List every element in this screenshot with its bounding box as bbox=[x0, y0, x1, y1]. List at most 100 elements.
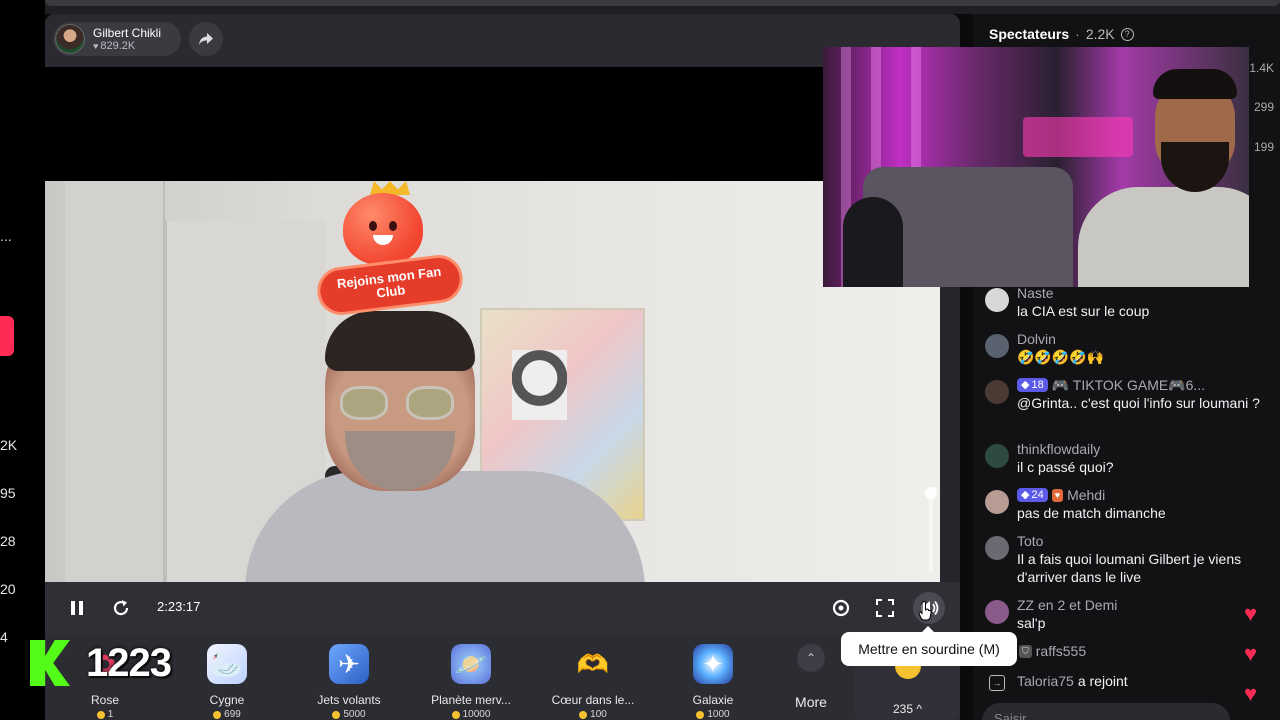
webcam-overlay bbox=[823, 47, 1249, 287]
help-icon[interactable]: ? bbox=[1120, 27, 1134, 41]
chat-message[interactable]: ZZ en 2 et Demi sal'p bbox=[985, 596, 1275, 632]
chat-username[interactable]: 🎮 TIKTOK GAME🎮6... bbox=[1052, 376, 1205, 394]
chat-username[interactable]: Dolvin bbox=[1017, 330, 1267, 348]
streamer-body bbox=[245, 471, 645, 582]
gift-coeur[interactable]: 🫶 Cœur dans le... 100 bbox=[533, 644, 653, 720]
sidebar-ellipsis[interactable]: ... bbox=[0, 228, 12, 244]
chat-message[interactable]: Toto Il a fais quoi loumani Gilbert je v… bbox=[985, 532, 1275, 586]
floating-heart-icon: ♥ bbox=[1244, 601, 1258, 626]
heart-icon: ♥ bbox=[93, 40, 99, 51]
fullscreen-icon bbox=[876, 599, 894, 617]
avatar[interactable] bbox=[985, 536, 1009, 560]
rank-value: 299 bbox=[1253, 100, 1274, 114]
live-stream-page: ... 2K 95 28 20 4 Gilbert Chikli ♥ 829.2… bbox=[0, 0, 1280, 720]
sidebar-live-indicator[interactable] bbox=[0, 316, 14, 356]
counter-value: 1223 bbox=[86, 640, 172, 685]
elapsed-time: 2:23:17 bbox=[157, 599, 201, 614]
chat-message-body: Toto Il a fais quoi loumani Gilbert je v… bbox=[1017, 532, 1267, 586]
gift-planete[interactable]: 🪐 Planète merv... 10000 bbox=[411, 644, 531, 720]
level-badge: ◆ 18 bbox=[1017, 378, 1048, 392]
host-info: Gilbert Chikli ♥ 829.2K bbox=[93, 26, 161, 53]
level-badge: ◆ 24 bbox=[1017, 488, 1048, 502]
swan-icon: 🦢 bbox=[207, 644, 247, 684]
gift-galaxie[interactable]: ✦ Galaxie 1000 bbox=[653, 644, 773, 720]
viewer-counter-overlay: 1223 bbox=[30, 640, 172, 686]
gift-price-value: 100 bbox=[590, 709, 607, 720]
chat-username[interactable]: Taloria75 bbox=[1017, 672, 1074, 690]
planet-icon: 🪐 bbox=[451, 644, 491, 684]
chat-text: la CIA est sur le coup bbox=[1017, 303, 1150, 319]
coin-icon bbox=[332, 710, 341, 719]
gift-cygne[interactable]: 🦢 Cygne 699 bbox=[167, 644, 287, 720]
chat-message-body: ZZ en 2 et Demi sal'p bbox=[1017, 596, 1267, 632]
avatar[interactable] bbox=[985, 444, 1009, 468]
coin-icon bbox=[696, 710, 705, 719]
chat-text: @Grinta.. c'est quoi l'info sur loumani … bbox=[1017, 395, 1260, 411]
chat-message[interactable]: ◆ 18 🎮 TIKTOK GAME🎮6... @Grinta.. c'est q… bbox=[985, 376, 1275, 412]
chat-message[interactable]: thinkflowdaily il c passé quoi? bbox=[985, 440, 1275, 476]
volume-slider[interactable] bbox=[929, 492, 933, 572]
gift-price-value: 1 bbox=[107, 709, 114, 720]
jets-icon: ✈ bbox=[329, 644, 369, 684]
chat-username[interactable]: raffs555 bbox=[1036, 642, 1086, 660]
chat-message[interactable]: ⛉ raffs555 bbox=[1019, 642, 1269, 660]
chat-username[interactable]: Mehdi bbox=[1067, 486, 1105, 504]
chat-username[interactable]: ZZ en 2 et Demi bbox=[1017, 596, 1267, 614]
fan-club-banner: Rejoins mon Fan Club bbox=[314, 252, 466, 318]
galaxy-icon: ✦ bbox=[693, 644, 733, 684]
spectators-header: Spectateurs · 2.2K ? bbox=[989, 26, 1134, 42]
avatar[interactable] bbox=[985, 490, 1009, 514]
background-door bbox=[65, 181, 165, 582]
chat-user-line: ◆ 18 🎮 TIKTOK GAME🎮6... bbox=[1017, 376, 1267, 394]
chat-message-body: ◆ 18 🎮 TIKTOK GAME🎮6... @Grinta.. c'est q… bbox=[1017, 376, 1267, 412]
host-likes: ♥ 829.2K bbox=[93, 40, 161, 53]
pause-button[interactable] bbox=[61, 592, 93, 624]
chat-message[interactable]: Naste la CIA est sur le coup bbox=[985, 284, 1275, 320]
level-badge-value: 18 bbox=[1031, 379, 1044, 391]
gift-jets-volants[interactable]: ✈ Jets volants 5000 bbox=[289, 644, 409, 720]
gift-price: 5000 bbox=[332, 709, 366, 720]
refresh-icon bbox=[113, 600, 129, 616]
heart-hands-icon: 🫶 bbox=[576, 648, 610, 679]
host-avatar[interactable] bbox=[55, 24, 85, 54]
pause-icon bbox=[71, 601, 83, 615]
avatar[interactable] bbox=[985, 288, 1009, 312]
refresh-button[interactable] bbox=[105, 592, 137, 624]
join-line: Taloria75 a rejoint bbox=[1017, 670, 1128, 691]
chat-username[interactable]: thinkflowdaily bbox=[1017, 440, 1267, 458]
more-gifts-button[interactable]: ⌃ More bbox=[785, 644, 837, 720]
webcam-person-body bbox=[1078, 187, 1249, 287]
rank-value: 1.4K bbox=[1249, 61, 1274, 75]
avatar[interactable] bbox=[985, 600, 1009, 624]
settings-button[interactable] bbox=[825, 592, 857, 624]
avatar[interactable] bbox=[985, 380, 1009, 404]
hand-cursor-icon bbox=[918, 601, 932, 621]
coin-icon bbox=[213, 710, 222, 719]
fan-club-sticker[interactable]: Rejoins mon Fan Club bbox=[314, 181, 466, 321]
kick-logo-icon bbox=[30, 640, 70, 686]
chat-username[interactable]: Toto bbox=[1017, 532, 1267, 550]
host-name[interactable]: Gilbert Chikli bbox=[93, 26, 161, 40]
avatar[interactable] bbox=[985, 334, 1009, 358]
chat-text: Il a fais quoi loumani Gilbert je viens … bbox=[1017, 551, 1242, 585]
webcam-person-beard bbox=[1161, 142, 1229, 192]
floating-heart-icon: ♥ bbox=[1244, 641, 1258, 666]
glasses bbox=[340, 386, 460, 420]
gift-name: Rose bbox=[90, 693, 119, 707]
fullscreen-button[interactable] bbox=[869, 592, 901, 624]
chat-input[interactable]: Saisir... bbox=[982, 703, 1230, 720]
streamer bbox=[245, 311, 705, 582]
top-divider bbox=[45, 0, 1280, 6]
webcam-person-hair bbox=[1153, 69, 1237, 99]
gift-name: Planète merv... bbox=[431, 693, 511, 707]
share-button[interactable] bbox=[189, 22, 223, 56]
heart-mascot-icon bbox=[343, 193, 423, 265]
volume-handle[interactable] bbox=[925, 487, 937, 499]
chat-message[interactable]: ◆ 24 ♥ Mehdi pas de match dimanche bbox=[985, 486, 1275, 522]
join-text: a rejoint bbox=[1077, 672, 1128, 689]
video-frame[interactable]: Rejoins mon Fan Club bbox=[45, 181, 940, 582]
chat-message[interactable]: Dolvin 🤣🤣🤣🤣🙌 bbox=[985, 330, 1275, 366]
sidebar-count: 28 bbox=[0, 533, 16, 549]
host-profile[interactable]: Gilbert Chikli ♥ 829.2K bbox=[53, 22, 181, 56]
coin-icon bbox=[96, 710, 105, 719]
